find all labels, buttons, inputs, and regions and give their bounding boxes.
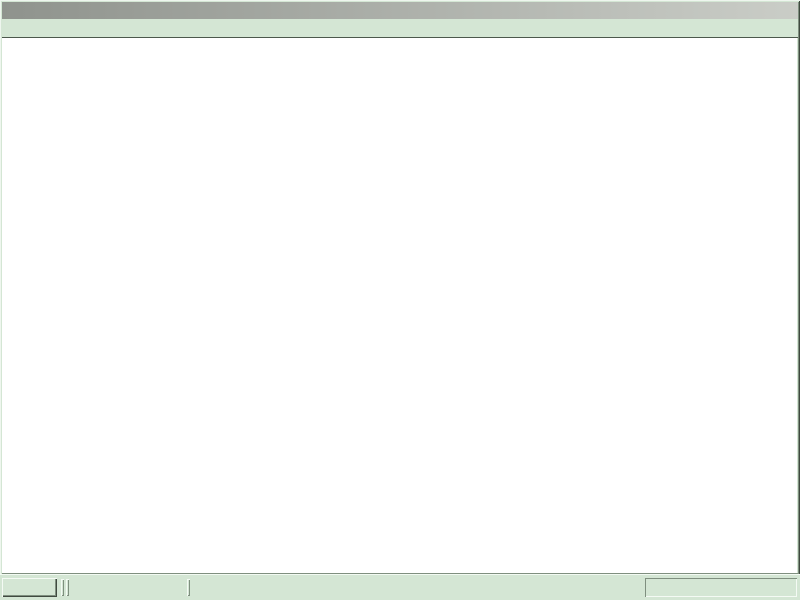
desktop: { "colors":{ "window_face":"#d4e6d4", "t… [0,0,800,600]
menubar [2,19,798,38]
taskbar [0,574,800,600]
quick-launch-bar [72,578,77,597]
system-tray [645,578,797,597]
plot-client-area [2,38,797,573]
titlebar[interactable] [2,2,798,19]
application-window [0,0,800,575]
rebar-handle[interactable] [66,579,69,596]
start-button[interactable] [2,578,57,597]
rebar-handle[interactable] [61,579,64,596]
plot-canvas [2,38,797,573]
rebar-handle[interactable] [187,579,190,596]
